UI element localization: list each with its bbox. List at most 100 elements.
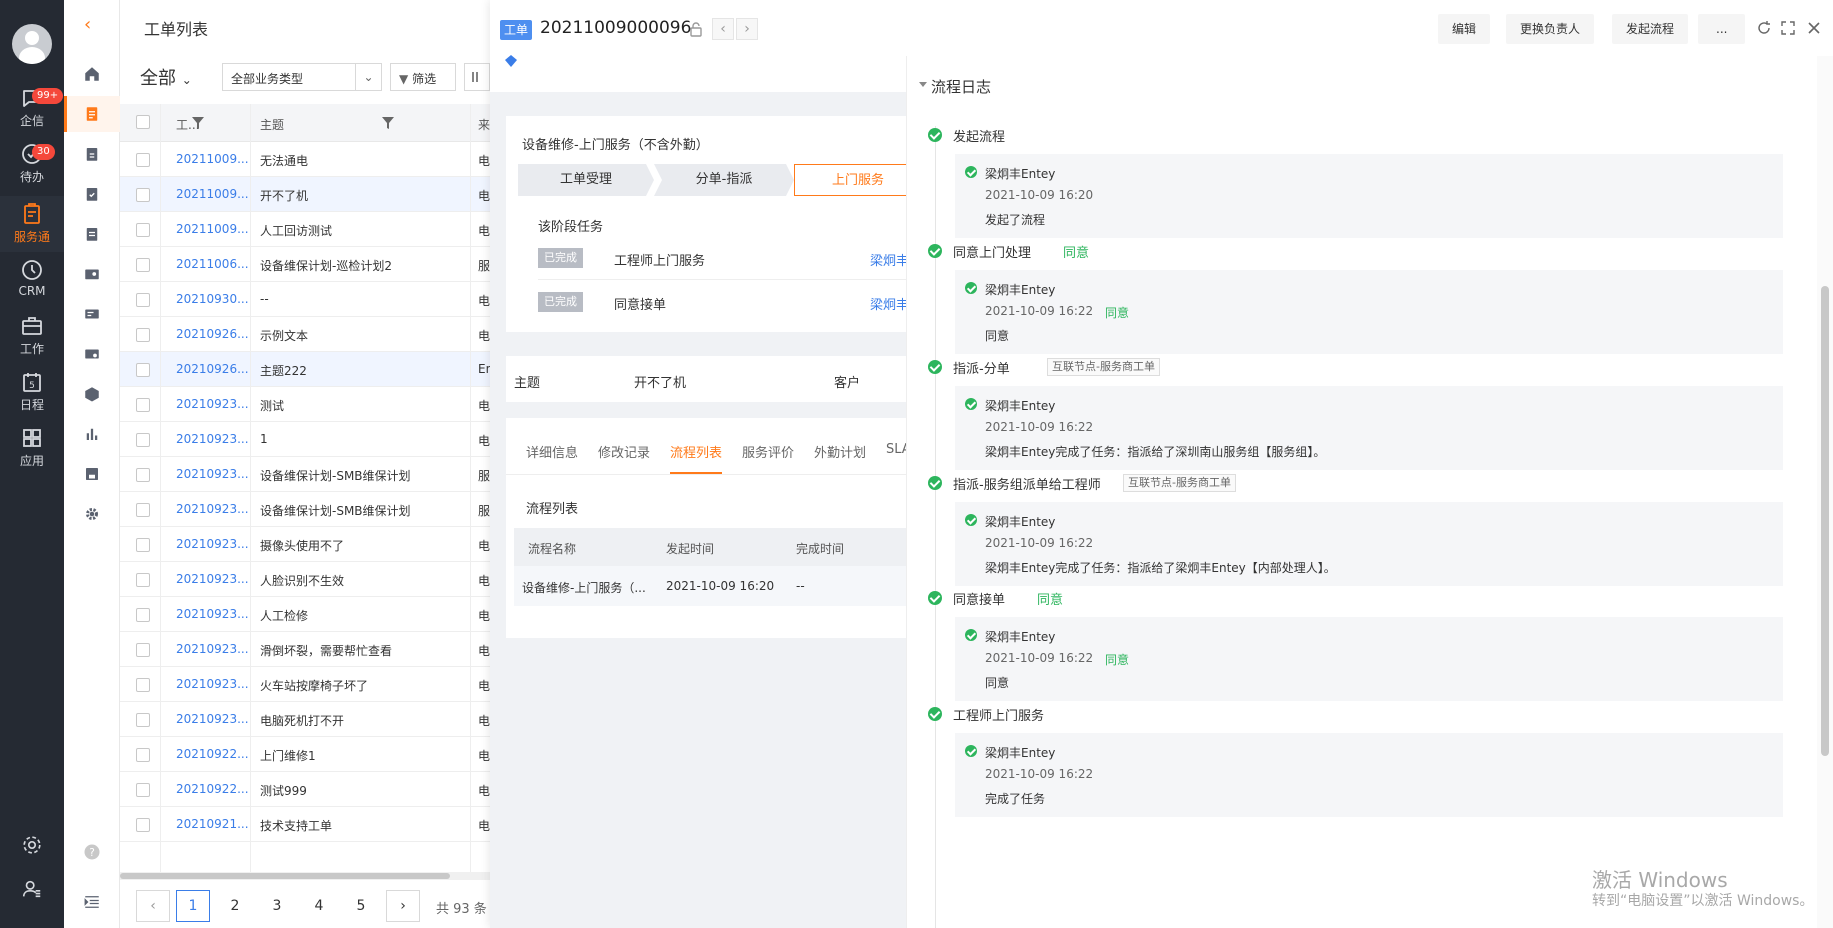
work-order-id-link[interactable]: 20210923... bbox=[176, 607, 249, 621]
task-assignee[interactable]: 梁炯丰 bbox=[870, 250, 909, 269]
work-order-id-link[interactable]: 20210922... bbox=[176, 747, 249, 761]
step-onsite-service[interactable]: 上门服务 bbox=[794, 164, 922, 196]
change-owner-button[interactable]: 更换负责人 bbox=[1506, 14, 1595, 44]
bar-chart-icon[interactable] bbox=[83, 425, 101, 443]
row-checkbox[interactable] bbox=[136, 433, 150, 447]
table-row[interactable]: 20210921... 技术支持工单 电 bbox=[120, 807, 490, 842]
lock-icon[interactable] bbox=[688, 21, 704, 37]
nav-item-service[interactable]: 服务通 bbox=[0, 196, 64, 252]
table-row[interactable]: 20210923... 人脸识别不生效 电 bbox=[120, 562, 490, 597]
table-row[interactable]: 20210923... 摄像头使用不了 电 bbox=[120, 527, 490, 562]
close-icon[interactable] bbox=[1806, 20, 1822, 36]
work-order-id-link[interactable]: 20210923... bbox=[176, 677, 249, 691]
work-order-id-link[interactable]: 20210922... bbox=[176, 782, 249, 796]
row-checkbox[interactable] bbox=[136, 223, 150, 237]
work-order-id-link[interactable]: 20211009... bbox=[176, 222, 249, 236]
prev-page-button[interactable]: ‹ bbox=[136, 890, 170, 922]
horizontal-scrollbar[interactable] bbox=[120, 872, 490, 880]
settings-gear-icon[interactable] bbox=[83, 505, 101, 523]
report-icon[interactable] bbox=[83, 305, 101, 323]
table-row[interactable]: 20210923... 人工检修 电 bbox=[120, 597, 490, 632]
row-checkbox[interactable] bbox=[136, 678, 150, 692]
row-checkbox[interactable] bbox=[136, 258, 150, 272]
row-checkbox[interactable] bbox=[136, 363, 150, 377]
table-row[interactable]: 20210926... 示例文本 电 bbox=[120, 317, 490, 352]
save-icon[interactable] bbox=[83, 465, 101, 483]
work-order-id-link[interactable]: 20210923... bbox=[176, 642, 249, 656]
table-row[interactable]: 20211006... 设备维保计划-巡检计划2 服 bbox=[120, 247, 490, 282]
page-1[interactable]: 1 bbox=[176, 890, 210, 922]
table-row[interactable]: 20210923... 设备维保计划-SMB维保计划 服 bbox=[120, 457, 490, 492]
work-order-id-link[interactable]: 20210923... bbox=[176, 432, 249, 446]
table-row[interactable]: 20210930... -- 电 bbox=[120, 282, 490, 317]
row-checkbox[interactable] bbox=[136, 573, 150, 587]
row-checkbox[interactable] bbox=[136, 608, 150, 622]
document-icon[interactable] bbox=[83, 345, 101, 363]
col-header-subject[interactable]: 主题 bbox=[260, 116, 284, 133]
user-avatar[interactable] bbox=[12, 24, 52, 64]
tag-icon[interactable] bbox=[504, 54, 518, 68]
home-icon[interactable] bbox=[83, 65, 101, 83]
more-button[interactable]: ... bbox=[1698, 14, 1746, 44]
row-checkbox[interactable] bbox=[136, 643, 150, 657]
work-order-id-link[interactable]: 20211006... bbox=[176, 257, 249, 271]
task-icon[interactable] bbox=[83, 185, 101, 203]
work-order-id-link[interactable]: 20210923... bbox=[176, 572, 249, 586]
col-header-source[interactable]: 来 bbox=[478, 116, 490, 133]
table-row[interactable]: 20210922... 上门维修1 电 bbox=[120, 737, 490, 772]
prev-record-button[interactable]: ‹ bbox=[712, 18, 734, 40]
next-page-button[interactable]: › bbox=[386, 890, 420, 922]
nav-item-crm[interactable]: CRM bbox=[0, 252, 64, 308]
nav-item-apps[interactable]: 应用 bbox=[0, 420, 64, 476]
row-checkbox[interactable] bbox=[136, 153, 150, 167]
start-flow-button[interactable]: 发起流程 bbox=[1612, 14, 1689, 44]
menu-fold-icon[interactable] bbox=[83, 893, 101, 911]
card-icon[interactable] bbox=[83, 265, 101, 283]
table-row[interactable]: 20211009... 开不了机 电 bbox=[120, 177, 490, 212]
task-assignee[interactable]: 梁炯丰 bbox=[870, 294, 909, 313]
row-checkbox[interactable] bbox=[136, 538, 150, 552]
table-row[interactable]: 20211009... 人工回访测试 电 bbox=[120, 212, 490, 247]
tab-field-plan[interactable]: 外勤计划 bbox=[814, 442, 866, 474]
nav-item-todo[interactable]: 待办 30 bbox=[0, 136, 64, 192]
column-filter-icon[interactable] bbox=[382, 116, 394, 130]
filter-button[interactable]: ▼ 筛选 bbox=[390, 63, 456, 91]
work-order-id-link[interactable]: 20210930... bbox=[176, 292, 249, 306]
work-order-id-link[interactable]: 20210926... bbox=[176, 362, 249, 376]
collapse-chevron-left-icon[interactable]: ‹ bbox=[84, 14, 91, 35]
work-order-icon[interactable] bbox=[83, 105, 101, 123]
table-row[interactable]: 20210922... 测试999 电 bbox=[120, 772, 490, 807]
row-checkbox[interactable] bbox=[136, 503, 150, 517]
tab-process-list[interactable]: 流程列表 bbox=[670, 442, 723, 474]
page-3[interactable]: 3 bbox=[260, 890, 294, 922]
table-row[interactable]: 设备维修-上门服务（... 2021-10-09 16:20 -- bbox=[514, 566, 926, 606]
row-checkbox[interactable] bbox=[136, 293, 150, 307]
tab-details[interactable]: 详细信息 bbox=[526, 442, 578, 474]
work-order-id-link[interactable]: 20210921... bbox=[176, 817, 249, 831]
select-all-checkbox[interactable] bbox=[136, 115, 150, 129]
table-row[interactable]: 20210923... 电脑死机打不开 电 bbox=[120, 702, 490, 737]
nav-item-work[interactable]: 工作 bbox=[0, 308, 64, 364]
table-row[interactable]: 20210923... 滑倒坏裂，需要帮忙查看 电 bbox=[120, 632, 490, 667]
work-order-id-link[interactable]: 20210923... bbox=[176, 502, 249, 516]
next-record-button[interactable]: › bbox=[736, 18, 758, 40]
clipboard-icon[interactable] bbox=[83, 145, 101, 163]
work-order-id-link[interactable]: 20211009... bbox=[176, 152, 249, 166]
page-4[interactable]: 4 bbox=[302, 890, 336, 922]
row-checkbox[interactable] bbox=[136, 398, 150, 412]
row-checkbox[interactable] bbox=[136, 783, 150, 797]
scrollbar-thumb[interactable] bbox=[1821, 286, 1829, 756]
tab-history[interactable]: 修改记录 bbox=[598, 442, 650, 474]
scrollbar-thumb[interactable] bbox=[120, 873, 450, 879]
row-checkbox[interactable] bbox=[136, 818, 150, 832]
row-checkbox[interactable] bbox=[136, 188, 150, 202]
nav-item-chat[interactable]: 企信 99+ bbox=[0, 80, 64, 136]
page-2[interactable]: 2 bbox=[218, 890, 252, 922]
help-icon[interactable]: ? bbox=[83, 843, 101, 861]
table-row[interactable]: 20210926... 主题222 En bbox=[120, 352, 493, 387]
business-type-select[interactable]: 全部业务类型 ⌄ bbox=[222, 63, 382, 91]
checklist-icon[interactable] bbox=[83, 225, 101, 243]
row-checkbox[interactable] bbox=[136, 713, 150, 727]
table-row[interactable]: 20211009... 无法通电 电 bbox=[120, 142, 490, 177]
work-order-id-link[interactable]: 20210923... bbox=[176, 537, 249, 551]
